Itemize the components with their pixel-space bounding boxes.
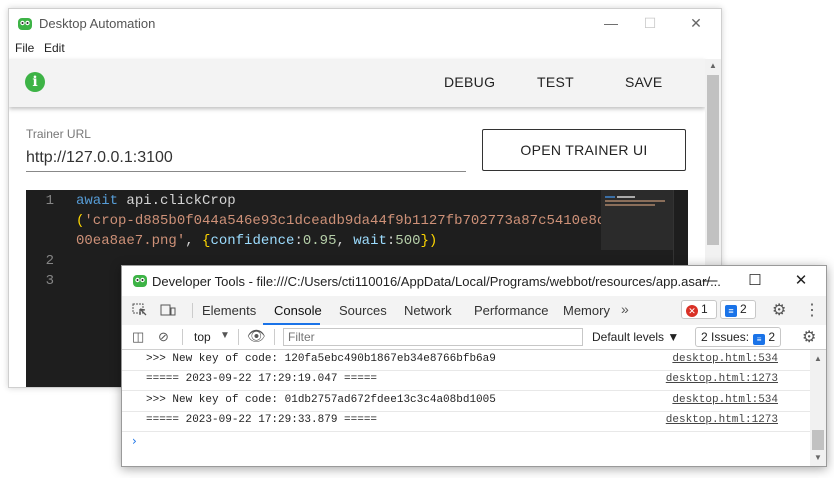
clear-console-icon[interactable]: ⊘ — [158, 329, 169, 345]
code-string: 00ea8ae7.png' — [76, 233, 186, 249]
settings-gear-icon[interactable]: ⚙ — [772, 300, 786, 320]
code-number: 0.95 — [302, 233, 337, 249]
maximize-icon[interactable]: ☐ — [745, 271, 765, 291]
code-comma: , — [185, 233, 203, 249]
minimize-icon[interactable]: — — [601, 14, 621, 32]
tab-sources[interactable]: Sources — [339, 303, 387, 318]
console-log-row: >>> New key of code: 120fa5ebc490b1867eb… — [122, 350, 810, 371]
minimize-icon[interactable]: — — [700, 271, 720, 291]
log-message: ===== 2023-09-22 17:29:33.879 ===== — [146, 414, 378, 426]
code-colon: : — [294, 233, 303, 249]
console-log-row: ===== 2023-09-22 17:29:19.047 ===== desk… — [122, 370, 810, 391]
code-paren: ) — [428, 233, 438, 249]
app-titlebar: Desktop Automation — ☐ ✕ — [9, 9, 721, 39]
tab-console[interactable]: Console — [274, 303, 322, 318]
code-key: confidence — [210, 233, 295, 249]
code-line: await api.clickCrop — [76, 193, 236, 209]
more-options-icon[interactable]: ⋮ — [804, 300, 820, 320]
line-number: 1 — [45, 193, 54, 209]
debug-button[interactable]: DEBUG — [444, 74, 495, 90]
devtools-window: Developer Tools - file:///C:/Users/cti11… — [121, 265, 827, 467]
editor-minimap[interactable] — [601, 190, 673, 250]
log-source-link[interactable]: desktop.html:1273 — [666, 414, 778, 426]
log-source-link[interactable]: desktop.html:534 — [672, 353, 778, 365]
code-comma: , — [336, 233, 354, 249]
line-number: 2 — [45, 253, 54, 269]
app-title: Desktop Automation — [39, 16, 156, 31]
console-log-row: >>> New key of code: 01db2757ad672fdee13… — [122, 391, 810, 412]
console-prompt-chevron-icon[interactable]: › — [132, 434, 137, 448]
context-selector[interactable]: top — [194, 330, 211, 344]
log-source-link[interactable]: desktop.html:534 — [672, 394, 778, 406]
save-button[interactable]: SAVE — [625, 74, 663, 90]
tab-elements[interactable]: Elements — [202, 303, 256, 318]
app-scroll-thumb[interactable] — [707, 75, 719, 245]
log-levels-dropdown[interactable]: Default levels ▼ — [592, 330, 679, 344]
message-count: 2 — [740, 302, 747, 316]
issues-icon: ≡ — [753, 334, 766, 345]
tab-network[interactable]: Network — [404, 303, 452, 318]
issues-label: 2 Issues: — [701, 330, 750, 344]
code-key: wait — [353, 233, 387, 249]
code-number: 500 — [395, 233, 421, 249]
chevron-down-icon[interactable]: ▼ — [220, 330, 230, 341]
menu-file[interactable]: File — [15, 41, 34, 55]
app-logo-icon — [18, 18, 32, 30]
more-tabs-icon[interactable]: » — [621, 301, 629, 317]
maximize-icon[interactable]: ☐ — [640, 14, 660, 32]
divider — [182, 329, 183, 345]
live-expression-eye-icon[interactable]: 👁 — [247, 327, 266, 345]
message-count-badge[interactable]: ≡ 2 — [720, 300, 756, 319]
filter-input[interactable] — [283, 328, 583, 346]
log-message: >>> New key of code: 120fa5ebc490b1867eb… — [146, 353, 496, 365]
log-message: ===== 2023-09-22 17:29:19.047 ===== — [146, 373, 378, 385]
devtools-logo-icon — [133, 275, 147, 287]
devtools-title: Developer Tools - file:///C:/Users/cti11… — [152, 274, 721, 289]
tab-memory[interactable]: Memory — [563, 303, 610, 318]
inspect-element-icon[interactable] — [132, 303, 148, 317]
sidebar-toggle-icon[interactable]: ◫ — [132, 329, 144, 345]
trainer-url-input[interactable] — [26, 145, 466, 172]
console-output: >>> New key of code: 120fa5ebc490b1867eb… — [122, 350, 810, 466]
trainer-url-label: Trainer URL — [26, 127, 91, 141]
info-icon[interactable]: i — [25, 72, 45, 92]
code-call: api.clickCrop — [118, 193, 236, 209]
test-button[interactable]: TEST — [537, 74, 574, 90]
scroll-up-icon[interactable]: ▲ — [705, 61, 721, 73]
device-toolbar-icon[interactable] — [160, 303, 176, 317]
issues-button[interactable]: 2 Issues: ≡ 2 — [695, 327, 782, 347]
console-settings-gear-icon[interactable]: ⚙ — [802, 327, 816, 347]
code-keyword: await — [76, 193, 119, 209]
devtools-titlebar: Developer Tools - file:///C:/Users/cti11… — [122, 266, 826, 296]
code-line: ('crop-d885b0f044a546e93c1dceadb9da44f9b… — [76, 213, 605, 229]
log-message: >>> New key of code: 01db2757ad672fdee13… — [146, 394, 496, 406]
log-source-link[interactable]: desktop.html:1273 — [666, 373, 778, 385]
app-toolbar: i DEBUG TEST SAVE — [9, 59, 705, 107]
tab-performance[interactable]: Performance — [474, 303, 548, 318]
open-trainer-button[interactable]: OPEN TRAINER UI — [482, 129, 686, 171]
console-scrollbar[interactable]: ▲ ▼ — [810, 350, 826, 466]
issues-count: 2 — [768, 330, 776, 344]
error-count: 1 — [701, 302, 708, 316]
divider — [192, 303, 193, 318]
error-count-badge[interactable]: ✕ 1 — [681, 300, 717, 319]
close-icon[interactable]: ✕ — [791, 271, 811, 291]
console-filter-bar: ◫ ⊘ top ▼ 👁 Default levels ▼ 2 Issues:≡ … — [122, 325, 826, 350]
line-number: 3 — [45, 273, 54, 289]
code-brace: } — [420, 233, 429, 249]
error-icon: ✕ — [686, 305, 698, 317]
console-log-row: ===== 2023-09-22 17:29:33.879 ===== desk… — [122, 411, 810, 432]
divider — [274, 329, 275, 345]
scroll-down-icon[interactable]: ▼ — [810, 453, 826, 462]
code-line: 00ea8ae7.png', {confidence:0.95, wait:50… — [76, 233, 437, 249]
menu-edit[interactable]: Edit — [44, 41, 65, 55]
scroll-up-icon[interactable]: ▲ — [810, 354, 826, 363]
close-icon[interactable]: ✕ — [686, 14, 706, 32]
console-scroll-thumb[interactable] — [812, 430, 824, 450]
message-icon: ≡ — [725, 305, 737, 317]
code-string: 'crop-d885b0f044a546e93c1dceadb9da44f9b1… — [84, 213, 606, 229]
menubar: File Edit — [9, 39, 721, 59]
devtools-tabbar: Elements Console Sources Network Perform… — [122, 296, 826, 326]
divider — [238, 329, 239, 345]
